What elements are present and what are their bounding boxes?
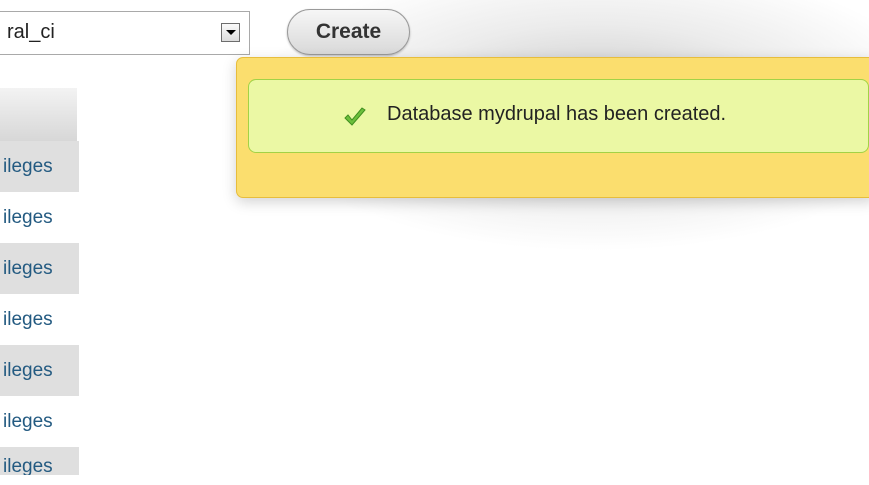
check-icon [344, 107, 366, 126]
privileges-link[interactable]: ileges [0, 294, 79, 345]
success-message-text: Database mydrupal has been created. [387, 103, 727, 125]
table-header [0, 88, 77, 141]
chevron-down-icon[interactable] [221, 23, 240, 42]
privileges-link[interactable]: ileges [0, 447, 79, 475]
collation-select[interactable]: ral_ci [0, 11, 250, 55]
create-button[interactable]: Create [287, 9, 410, 55]
privileges-list: ileges ileges ileges ileges ileges ilege… [0, 141, 79, 475]
success-message: Database mydrupal has been created. [248, 79, 869, 153]
privileges-link[interactable]: ileges [0, 192, 79, 243]
collation-value: ral_ci [7, 21, 55, 43]
privileges-link[interactable]: ileges [0, 141, 79, 192]
privileges-link[interactable]: ileges [0, 345, 79, 396]
privileges-link[interactable]: ileges [0, 243, 79, 294]
privileges-link[interactable]: ileges [0, 396, 79, 447]
